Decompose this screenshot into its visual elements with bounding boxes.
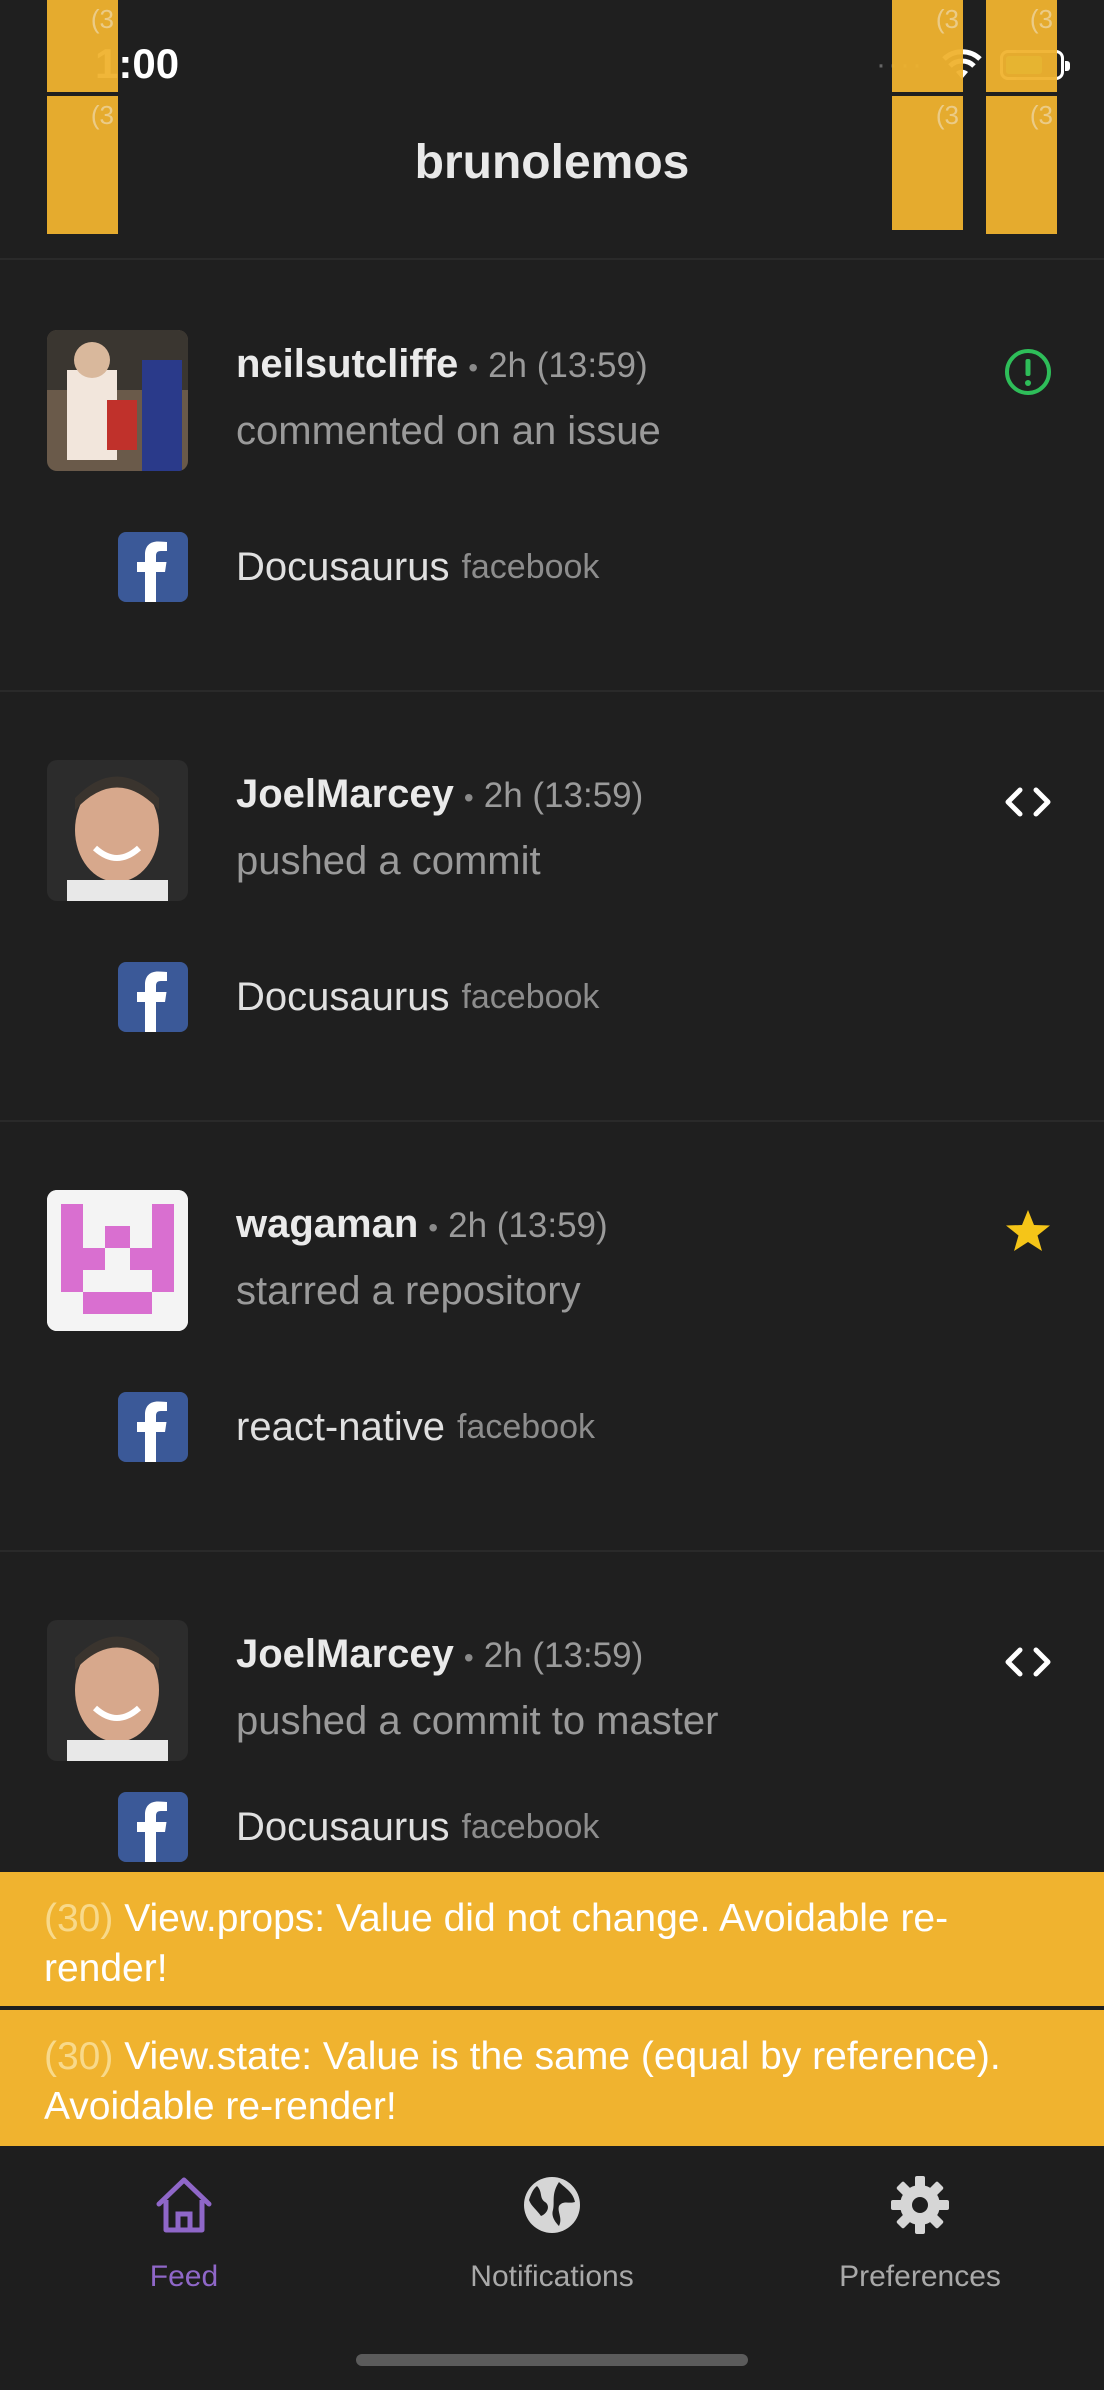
warning-count: (30) <box>44 1897 114 1940</box>
feed-card[interactable]: JoelMarcey • 2h (13:59) pushed a commit … <box>0 692 1104 1122</box>
tab-label: Feed <box>149 2260 219 2293</box>
repo-owner: facebook <box>461 1807 600 1846</box>
render-highlight: (3 <box>986 96 1057 234</box>
timestamp: 2h (13:59) <box>483 1636 644 1675</box>
render-highlight: (3 <box>986 0 1057 92</box>
activity-feed: neilsutcliffe • 2h (13:59) commented on … <box>0 262 1104 1982</box>
timestamp: 2h (13:59) <box>448 1206 608 1245</box>
timestamp: 2h (13:59) <box>483 776 644 815</box>
repo-name[interactable]: react-native <box>236 1405 445 1450</box>
render-highlight: (3 <box>47 0 118 92</box>
home-icon <box>156 2177 212 2233</box>
issue-open-icon <box>1005 349 1051 395</box>
tab-label: Preferences <box>839 2260 1001 2293</box>
action-text: commented on an issue <box>236 409 661 453</box>
repo-name[interactable]: Docusaurus <box>236 545 449 590</box>
home-indicator[interactable] <box>356 2354 748 2366</box>
facebook-logo-icon <box>118 1792 188 1862</box>
feed-card[interactable]: wagaman • 2h (13:59) starred a repositor… <box>0 1122 1104 1552</box>
warning-text: View.props: Value did not change. Avoida… <box>44 1897 949 1990</box>
repo-owner: facebook <box>461 547 600 586</box>
avatar[interactable] <box>47 1620 188 1761</box>
avatar[interactable] <box>47 1190 188 1331</box>
repo-owner: facebook <box>456 1407 595 1446</box>
rerender-warning[interactable]: (30) View.state: Value is the same (equa… <box>0 2010 1104 2146</box>
tab-label: Notifications <box>470 2260 634 2293</box>
render-highlight: (3 <box>892 96 963 230</box>
code-icon <box>1005 1647 1051 1677</box>
username[interactable]: JoelMarcey <box>236 772 454 817</box>
warning-count: (30) <box>44 2035 114 2078</box>
tab-preferences[interactable]: Preferences <box>736 2170 1104 2294</box>
rerender-warning[interactable]: (30) View.props: Value did not change. A… <box>0 1872 1104 2006</box>
repo-owner: facebook <box>461 977 600 1016</box>
warning-text: View.state: Value is the same (equal by … <box>44 2035 1001 2128</box>
repo-row[interactable]: Docusaurus facebook <box>118 532 599 602</box>
repo-row[interactable]: Docusaurus facebook <box>118 1792 599 1862</box>
star-icon <box>1006 1210 1050 1251</box>
action-text: starred a repository <box>236 1269 581 1313</box>
repo-row[interactable]: react-native facebook <box>118 1392 595 1462</box>
username[interactable]: wagaman <box>236 1202 418 1247</box>
feed-card[interactable]: neilsutcliffe • 2h (13:59) commented on … <box>0 262 1104 692</box>
code-icon <box>1005 787 1051 817</box>
action-text: pushed a commit to master <box>236 1699 719 1743</box>
repo-row[interactable]: Docusaurus facebook <box>118 962 599 1032</box>
repo-name[interactable]: Docusaurus <box>236 1805 449 1850</box>
gear-icon <box>891 2176 949 2234</box>
page-title: brunolemos <box>414 135 690 189</box>
facebook-logo-icon <box>118 962 188 1032</box>
username[interactable]: neilsutcliffe <box>236 342 458 387</box>
render-highlight: (3 <box>892 0 963 92</box>
facebook-logo-icon <box>118 1392 188 1462</box>
render-highlight: (3 <box>47 96 118 234</box>
username[interactable]: JoelMarcey <box>236 1632 454 1677</box>
action-text: pushed a commit <box>236 839 541 883</box>
avatar[interactable] <box>47 330 188 471</box>
globe-icon <box>524 2177 580 2233</box>
tab-notifications[interactable]: Notifications <box>368 2170 736 2294</box>
avatar[interactable] <box>47 760 188 901</box>
repo-name[interactable]: Docusaurus <box>236 975 449 1020</box>
timestamp: 2h (13:59) <box>488 346 648 385</box>
facebook-logo-icon <box>118 532 188 602</box>
tab-feed[interactable]: Feed <box>0 2170 368 2294</box>
